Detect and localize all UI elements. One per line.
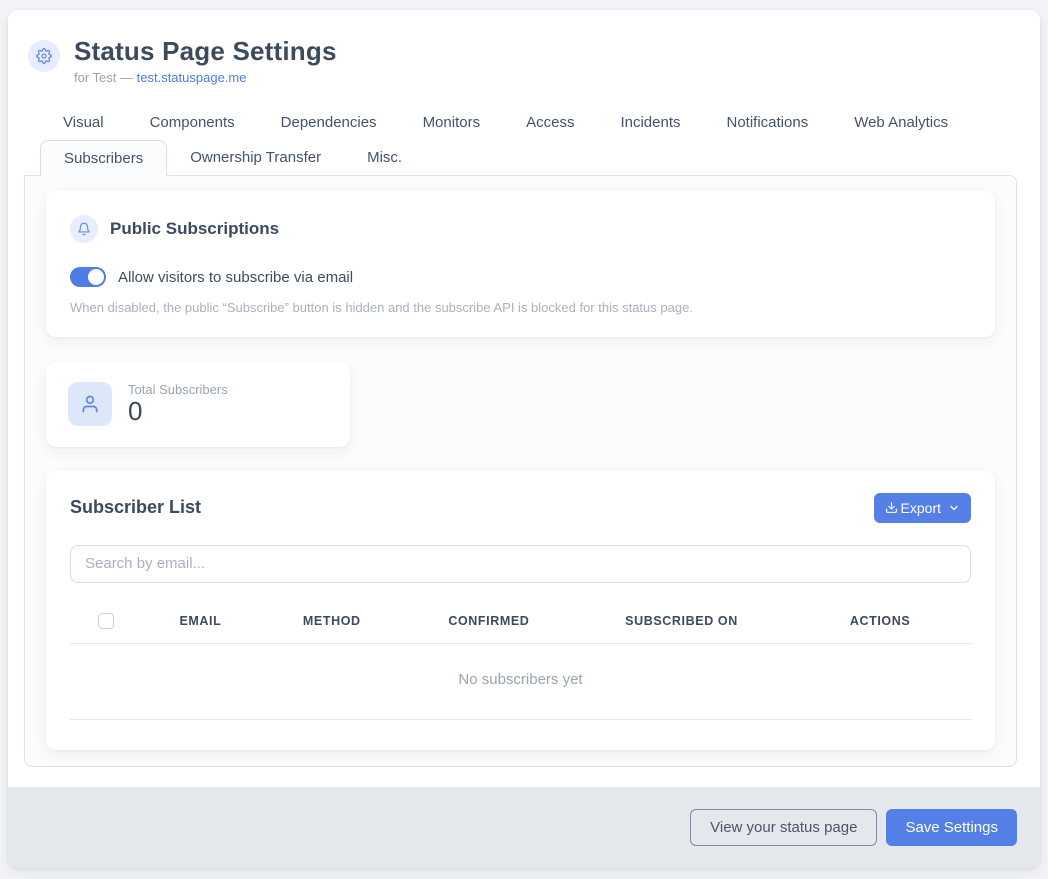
subtitle-prefix: for Test —: [74, 70, 137, 85]
tab-bar-secondary: Subscribers Ownership Transfer Misc.: [40, 140, 1040, 175]
stat-value: 0: [128, 397, 228, 427]
header-text: Status Page Settings for Test — test.sta…: [74, 36, 337, 85]
settings-card: Status Page Settings for Test — test.sta…: [8, 10, 1040, 868]
page-title: Status Page Settings: [74, 36, 337, 67]
download-icon: [885, 501, 898, 514]
toggle-knob: [88, 269, 104, 285]
public-subscriptions-title: Public Subscriptions: [110, 219, 279, 239]
public-subscriptions-card: Public Subscriptions Allow visitors to s…: [46, 191, 995, 337]
public-subscriptions-header: Public Subscriptions: [70, 215, 971, 243]
tab-notifications[interactable]: Notifications: [704, 107, 832, 138]
bell-icon: [70, 215, 98, 243]
status-page-link[interactable]: test.statuspage.me: [137, 70, 247, 85]
stat-text: Total Subscribers 0: [128, 382, 228, 427]
search-input[interactable]: [70, 545, 971, 583]
export-button-label: Export: [901, 500, 941, 516]
tab-components[interactable]: Components: [127, 107, 258, 138]
tab-ownership-transfer[interactable]: Ownership Transfer: [167, 140, 344, 175]
person-icon: [68, 382, 112, 426]
subscriber-list-header: Subscriber List Export: [70, 493, 971, 523]
tab-misc[interactable]: Misc.: [344, 140, 425, 175]
toggle-label: Allow visitors to subscribe via email: [118, 269, 353, 286]
subscriber-list-title: Subscriber List: [70, 497, 201, 518]
tab-bar-primary: Visual Components Dependencies Monitors …: [40, 107, 1040, 138]
tab-web-analytics[interactable]: Web Analytics: [831, 107, 971, 138]
toggle-help-text: When disabled, the public “Subscribe” bu…: [70, 300, 971, 315]
stat-label: Total Subscribers: [128, 382, 228, 397]
tab-monitors[interactable]: Monitors: [400, 107, 504, 138]
page-header: Status Page Settings for Test — test.sta…: [8, 10, 1040, 85]
subscriber-list-card: Subscriber List Export: [46, 471, 995, 750]
footer-action-bar: View your status page Save Settings: [8, 787, 1040, 868]
view-status-page-button[interactable]: View your status page: [690, 809, 877, 846]
save-settings-button[interactable]: Save Settings: [886, 809, 1017, 846]
page-subtitle: for Test — test.statuspage.me: [74, 70, 337, 85]
subscriber-table-header: EMAIL METHOD CONFIRMED SUBSCRIBED ON ACT…: [70, 603, 971, 644]
column-header-email: EMAIL: [141, 614, 260, 628]
chevron-down-icon: [948, 502, 960, 514]
export-button[interactable]: Export: [874, 493, 971, 523]
tab-visual[interactable]: Visual: [40, 107, 127, 138]
column-header-subscribed-on: SUBSCRIBED ON: [574, 614, 789, 628]
subscribe-toggle-row: Allow visitors to subscribe via email: [70, 267, 971, 287]
empty-state-text: No subscribers yet: [70, 644, 971, 720]
total-subscribers-card: Total Subscribers 0: [46, 362, 350, 447]
tab-dependencies[interactable]: Dependencies: [258, 107, 400, 138]
tab-access[interactable]: Access: [503, 107, 597, 138]
column-header-actions: ACTIONS: [789, 614, 971, 628]
tab-incidents[interactable]: Incidents: [597, 107, 703, 138]
select-all-cell: [70, 613, 141, 629]
select-all-checkbox[interactable]: [98, 613, 114, 629]
tab-subscribers[interactable]: Subscribers: [40, 140, 167, 176]
gear-icon: [28, 40, 60, 72]
subscribers-panel: Public Subscriptions Allow visitors to s…: [24, 175, 1017, 767]
column-header-method: METHOD: [260, 614, 404, 628]
allow-subscribe-toggle[interactable]: [70, 267, 106, 287]
column-header-confirmed: CONFIRMED: [404, 614, 574, 628]
page-background: { "header": { "title": "Status Page Sett…: [0, 0, 1048, 879]
